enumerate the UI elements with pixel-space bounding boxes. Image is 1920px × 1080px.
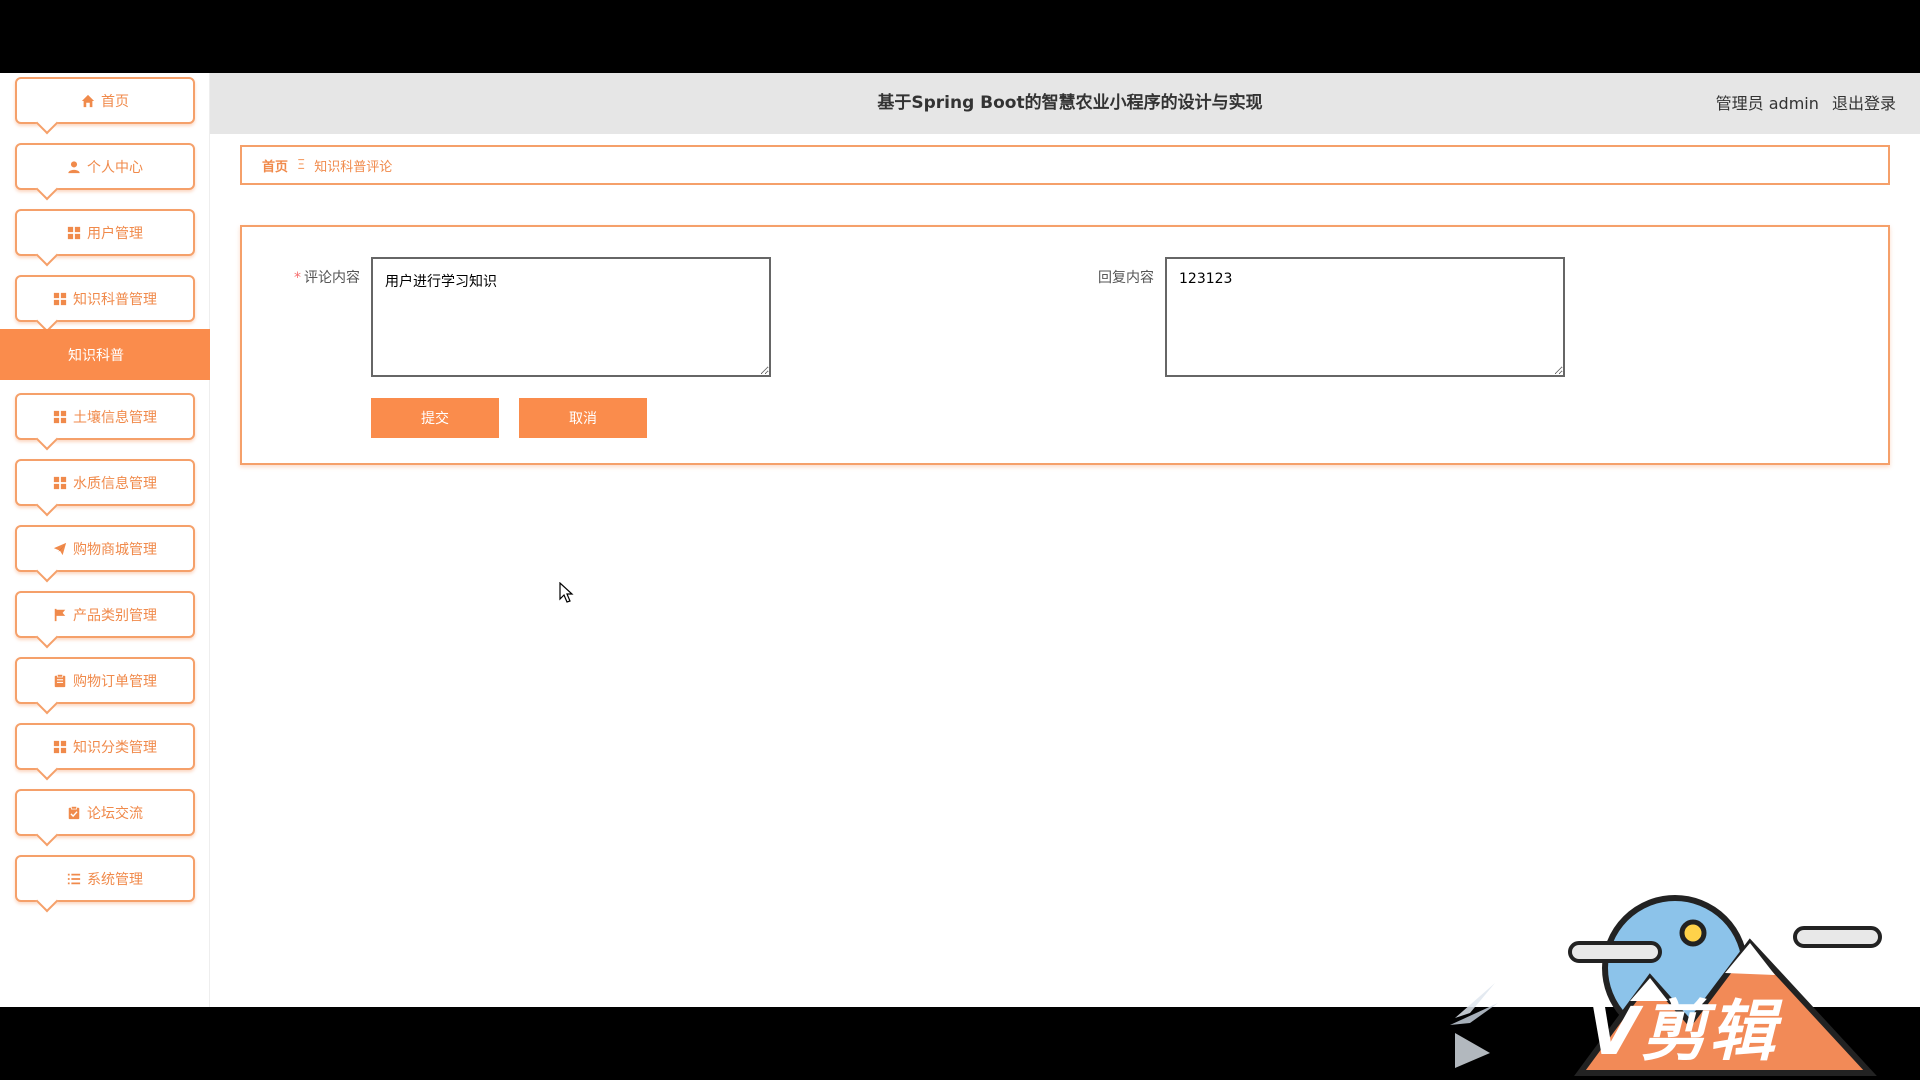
paper-plane-icon <box>53 542 67 555</box>
sidebar-item-label: 购物订单管理 <box>73 673 157 690</box>
clipboard-icon <box>54 673 66 687</box>
sidebar-item-soil[interactable]: 土壤信息管理 <box>15 393 195 440</box>
home-icon <box>81 94 95 107</box>
cancel-button[interactable]: 取消 <box>519 398 647 438</box>
reply-textarea[interactable]: 123123 <box>1165 257 1565 377</box>
reply-label: 回复内容 <box>1098 270 1154 286</box>
grid-icon <box>53 410 67 423</box>
sidebar: 首页 个人中心 用户管理 知识科普管理 知识科普 土壤信息管理 水质信息管理 购… <box>0 73 210 1007</box>
sidebar-item-label: 水质信息管理 <box>73 475 157 492</box>
sidebar-subitem-label: 知识科普 <box>68 347 124 364</box>
watermark-text: V剪辑 <box>1588 993 1778 1070</box>
clipboard-check-icon <box>68 805 80 819</box>
top-header: 基于Spring Boot的智慧农业小程序的设计与实现 管理员 admin 退出… <box>210 73 1920 134</box>
user-icon <box>68 160 80 173</box>
sidebar-item-label: 用户管理 <box>87 225 143 242</box>
breadcrumb-separator: Ξ <box>297 157 306 173</box>
sidebar-item-water[interactable]: 水质信息管理 <box>15 459 195 506</box>
sidebar-item-label: 知识分类管理 <box>73 739 157 756</box>
video-watermark: V剪辑 <box>1450 883 1920 1080</box>
sidebar-item-label: 首页 <box>101 93 129 110</box>
user-area: 管理员 admin 退出登录 <box>1708 73 1896 134</box>
sidebar-item-label: 系统管理 <box>87 871 143 888</box>
logout-link[interactable]: 退出登录 <box>1832 94 1896 113</box>
required-mark: * <box>294 270 301 286</box>
sidebar-item-system[interactable]: 系统管理 <box>15 855 195 902</box>
sidebar-item-knowledge-category[interactable]: 知识分类管理 <box>15 723 195 770</box>
grid-icon <box>67 226 81 239</box>
mouse-cursor-icon <box>559 582 574 603</box>
sidebar-item-product-category[interactable]: 产品类别管理 <box>15 591 195 638</box>
app-title: 基于Spring Boot的智慧农业小程序的设计与实现 <box>877 93 1263 113</box>
sidebar-item-users[interactable]: 用户管理 <box>15 209 195 256</box>
comment-form: * 评论内容 用户进行学习知识 回复内容 123123 提交 取消 <box>240 225 1890 465</box>
sidebar-item-shop[interactable]: 购物商城管理 <box>15 525 195 572</box>
sidebar-item-label: 土壤信息管理 <box>73 409 157 426</box>
comment-textarea[interactable]: 用户进行学习知识 <box>371 257 771 377</box>
sidebar-item-label: 知识科普管理 <box>73 291 157 308</box>
comment-label: * 评论内容 <box>294 267 360 287</box>
flag-icon <box>54 608 66 621</box>
sidebar-item-label: 购物商城管理 <box>73 541 157 558</box>
grid-icon <box>53 740 67 753</box>
sidebar-item-profile[interactable]: 个人中心 <box>15 143 195 190</box>
grid-icon <box>53 292 67 305</box>
sidebar-item-knowledge-mgmt[interactable]: 知识科普管理 <box>15 275 195 322</box>
sidebar-item-orders[interactable]: 购物订单管理 <box>15 657 195 704</box>
list-icon <box>67 873 81 884</box>
app-window: 首页 个人中心 用户管理 知识科普管理 知识科普 土壤信息管理 水质信息管理 购… <box>0 73 1920 1076</box>
sidebar-subitem-knowledge[interactable]: 知识科普 <box>0 329 210 380</box>
breadcrumb-home[interactable]: 首页 <box>262 156 288 175</box>
grid-icon <box>53 476 67 489</box>
submit-button[interactable]: 提交 <box>371 398 499 438</box>
breadcrumb-current: 知识科普评论 <box>314 159 393 175</box>
user-role-label: 管理员 admin <box>1715 94 1819 113</box>
sidebar-item-label: 个人中心 <box>87 159 143 176</box>
sidebar-item-label: 产品类别管理 <box>73 607 157 624</box>
sidebar-item-forum[interactable]: 论坛交流 <box>15 789 195 836</box>
comment-label-text: 评论内容 <box>304 270 360 286</box>
sidebar-item-home[interactable]: 首页 <box>15 77 195 124</box>
breadcrumb: 首页 Ξ 知识科普评论 <box>240 145 1890 185</box>
sidebar-item-label: 论坛交流 <box>87 805 143 822</box>
